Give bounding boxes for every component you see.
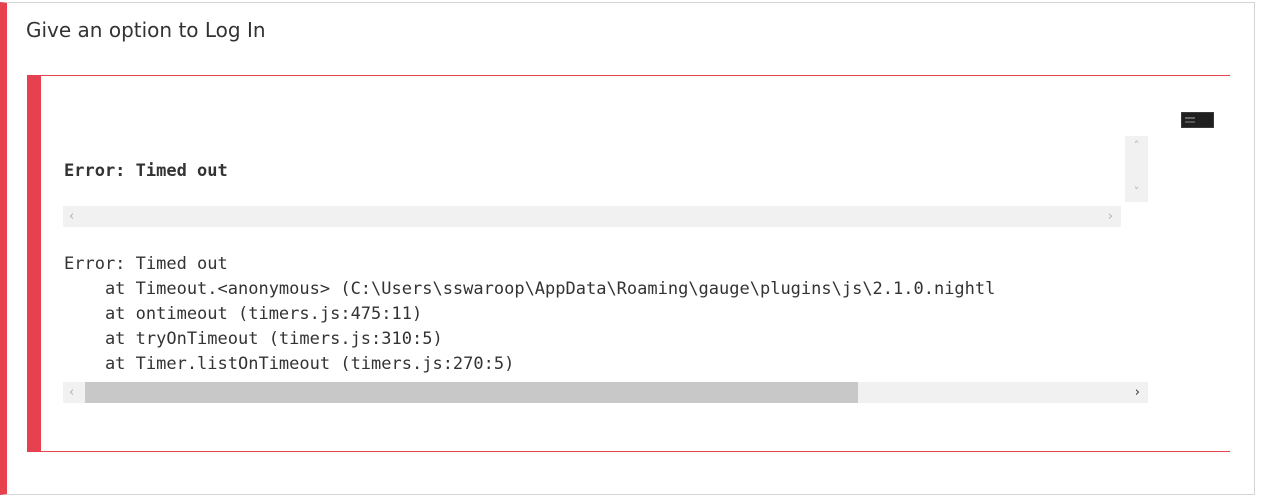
message-horizontal-scrollbar[interactable]: ‹ › [63, 206, 1121, 227]
scenario-title: Give an option to Log In [26, 18, 266, 42]
error-message-box: Error: Timed out [63, 136, 1121, 204]
stacktrace-line: at ontimeout (timers.js:475:11) [64, 304, 423, 324]
screenshot-thumbnail-icon[interactable] [1181, 112, 1214, 128]
stacktrace-horizontal-scrollbar[interactable]: ‹ › [63, 382, 1148, 403]
chevron-left-icon[interactable]: ‹ [69, 206, 74, 227]
stacktrace-line: Error: Timed out [64, 254, 228, 274]
chevron-right-icon[interactable]: › [1135, 382, 1140, 403]
scenario-card: Give an option to Log In Error: Timed ou… [0, 2, 1255, 495]
chevron-up-icon[interactable]: ˄ [1125, 139, 1148, 153]
error-panel: Error: Timed out ˄ ˅ ‹ › Error: Timed ou… [27, 75, 1230, 452]
error-message: Error: Timed out [64, 161, 228, 181]
chevron-right-icon[interactable]: › [1108, 206, 1113, 227]
stacktrace-line: at Timeout.<anonymous> (C:\Users\sswaroo… [64, 279, 996, 299]
chevron-down-icon[interactable]: ˅ [1125, 185, 1148, 199]
stacktrace-box: Error: Timed out at Timeout.<anonymous> … [63, 254, 1148, 376]
stacktrace-line: at Timer.listOnTimeout (timers.js:270:5) [64, 354, 515, 374]
chevron-left-icon[interactable]: ‹ [69, 382, 74, 403]
stacktrace-line: at tryOnTimeout (timers.js:310:5) [64, 329, 443, 349]
message-vertical-scrollbar[interactable]: ˄ ˅ [1125, 136, 1148, 202]
scrollbar-thumb[interactable] [85, 382, 858, 403]
